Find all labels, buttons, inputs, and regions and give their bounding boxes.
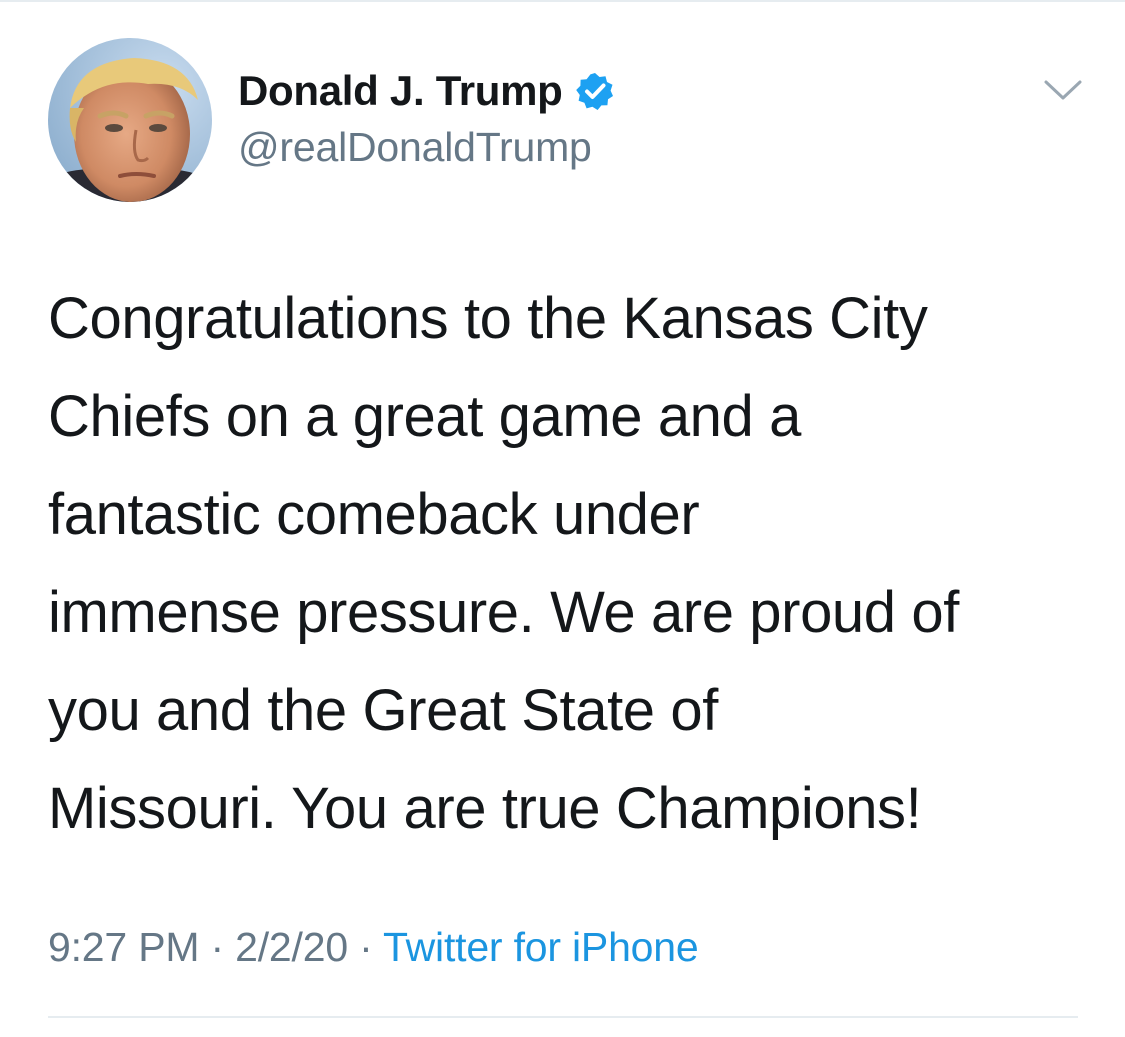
meta-separator: ·	[347, 924, 384, 970]
chevron-down-icon[interactable]	[1040, 72, 1086, 108]
author-name-row[interactable]: Donald J. Trump	[238, 62, 615, 120]
tweet-line: Congratulations to the Kansas City	[48, 286, 928, 351]
tweet-date[interactable]: 2/2/20	[235, 924, 348, 970]
tweet-line: fantastic comeback under	[48, 482, 700, 547]
tweet-time[interactable]: 9:27 PM	[48, 924, 199, 970]
profile-photo	[48, 38, 212, 202]
tweet-line: Missouri. You are true Champions!	[48, 776, 922, 841]
top-divider	[0, 0, 1125, 2]
bottom-divider	[48, 1016, 1078, 1018]
tweet-line: you and the Great State of	[48, 678, 718, 743]
tweet-source-link[interactable]: Twitter for iPhone	[383, 924, 699, 970]
tweet-text: Congratulations to the Kansas City Chief…	[48, 270, 1108, 858]
avatar[interactable]	[48, 38, 212, 202]
author-display-name[interactable]: Donald J. Trump	[238, 67, 563, 115]
tweet-line: Chiefs on a great game and a	[48, 384, 801, 449]
meta-separator: ·	[199, 924, 236, 970]
tweet-meta: 9:27 PM · 2/2/20 · Twitter for iPhone	[48, 918, 699, 976]
verified-badge-icon	[575, 73, 613, 110]
tweet-line: immense pressure. We are proud of	[48, 580, 959, 645]
author-handle[interactable]: @realDonaldTrump	[238, 124, 592, 171]
